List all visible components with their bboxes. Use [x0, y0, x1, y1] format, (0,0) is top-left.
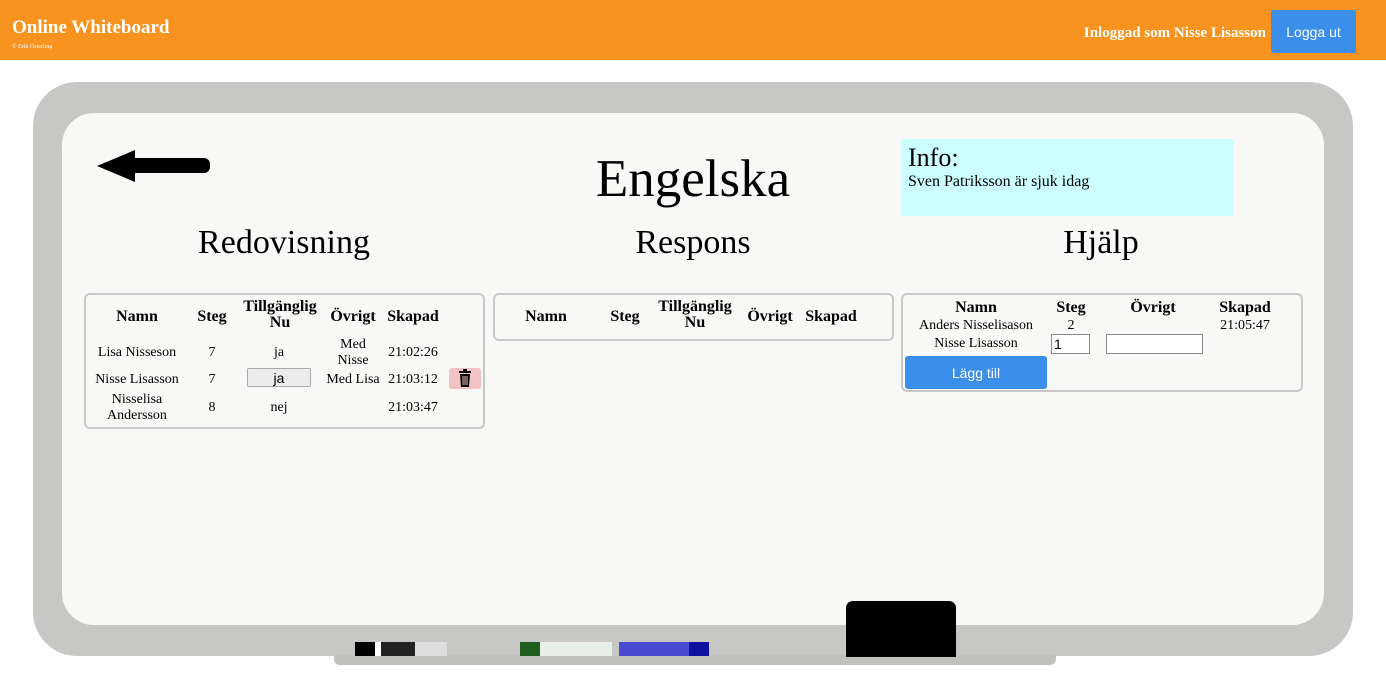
trash-icon: [459, 369, 471, 387]
hjalp-row-steg: 2: [1067, 318, 1075, 333]
hjalp-header-steg: Steg: [1056, 299, 1086, 316]
column-header-skapad: Skapad: [387, 308, 439, 325]
table-row-1-namn: Lisa Nisseson: [97, 345, 177, 360]
table-row-1-ovrigt: Med Nisse: [337, 337, 369, 369]
app-title[interactable]: Online Whiteboard: [12, 18, 169, 37]
table-row-3-steg: 8: [208, 400, 216, 415]
respons-title: Respons: [635, 224, 751, 261]
column-header-ovrigt: Övrigt: [330, 308, 376, 325]
column-header-steg: Steg: [197, 308, 227, 325]
logged-in-user: Inloggad som Nisse Lisasson: [1083, 25, 1266, 41]
table-row-1-skapad: 21:02:26: [388, 345, 438, 360]
respons-header-ovrigt: Övrigt: [747, 308, 793, 325]
info-title: Info:: [908, 143, 959, 172]
arrow-left-icon[interactable]: [95, 148, 213, 184]
green-marker-decoration: [520, 642, 612, 656]
table-row-3-tillganglig: nej: [270, 400, 288, 415]
table-row-3-skapad: 21:03:47: [388, 400, 438, 415]
delete-button[interactable]: [449, 368, 481, 389]
blue-marker-decoration: [619, 642, 709, 656]
hjalp-title: Hjälp: [1063, 224, 1139, 261]
respons-header-tillganglig: Tillgänglig Nu: [658, 298, 732, 331]
copyright-text: © Erik Österling: [12, 44, 53, 50]
respons-header-steg: Steg: [610, 308, 640, 325]
black-marker-decoration: [355, 642, 447, 656]
hjalp-panel: Namn Steg Övrigt Skapad Anders Nisselisa…: [901, 293, 1303, 392]
info-text: Sven Patriksson är sjuk idag: [908, 173, 1090, 190]
hjalp-form-namn: Nisse Lisasson: [934, 336, 1018, 351]
steg-input[interactable]: [1051, 334, 1090, 354]
respons-panel: Namn Steg Tillgänglig Nu Övrigt Skapad: [493, 293, 894, 341]
hjalp-header-ovrigt: Övrigt: [1130, 299, 1176, 316]
hjalp-row-namn: Anders Nisselisason: [919, 318, 1033, 333]
redovisning-panel: Namn Steg Tillgänglig Nu Övrigt Skapad L…: [84, 293, 485, 429]
table-row-1-steg: 7: [208, 345, 216, 360]
table-row-3-namn: Nisselisa Andersson: [107, 392, 167, 424]
hjalp-header-skapad: Skapad: [1219, 299, 1271, 316]
eraser-decoration: [846, 601, 956, 657]
subject-title: Engelska: [595, 150, 791, 208]
info-box: Info: Sven Patriksson är sjuk idag: [901, 139, 1234, 216]
column-header-tillganglig: Tillgänglig Nu: [243, 298, 317, 331]
top-bar: Online Whiteboard © Erik Österling Inlog…: [0, 0, 1386, 60]
hjalp-row-skapad: 21:05:47: [1220, 318, 1270, 333]
hjalp-header-namn: Namn: [955, 299, 997, 316]
ovrigt-input[interactable]: [1106, 334, 1203, 354]
respons-header-namn: Namn: [525, 308, 567, 325]
add-help-button[interactable]: Lägg till: [905, 356, 1047, 389]
table-row-2-namn: Nisse Lisasson: [95, 372, 179, 387]
available-toggle-button[interactable]: ja: [247, 368, 311, 387]
table-row-2-skapad: 21:03:12: [388, 372, 438, 387]
logout-button[interactable]: Logga ut: [1271, 10, 1356, 53]
table-row-2-steg: 7: [208, 372, 216, 387]
column-header-namn: Namn: [116, 308, 158, 325]
table-row-1-tillganglig: ja: [273, 345, 285, 360]
redovisning-title: Redovisning: [198, 224, 370, 261]
respons-header-skapad: Skapad: [805, 308, 857, 325]
table-row-2-ovrigt: Med Lisa: [326, 372, 380, 387]
